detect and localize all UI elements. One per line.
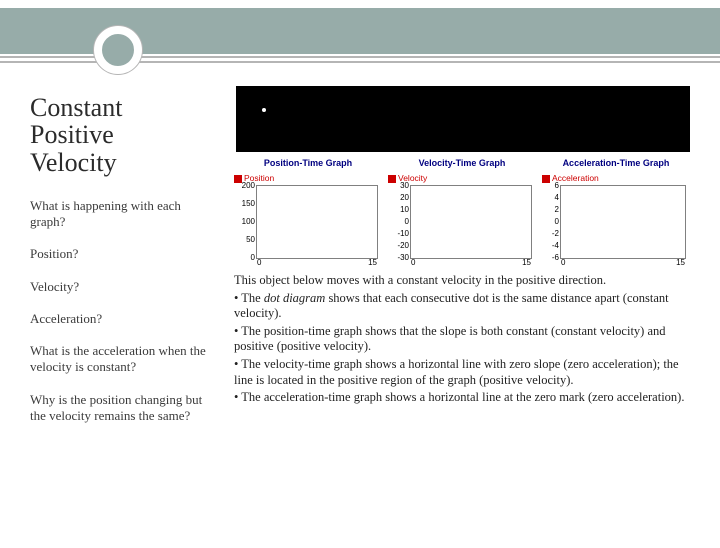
dot-diagram xyxy=(236,86,690,152)
ytick: 100 xyxy=(242,217,255,227)
legend-swatch-icon xyxy=(542,175,550,183)
ytick: 6 xyxy=(555,181,559,191)
explanation: This object below moves with a constant … xyxy=(234,273,696,406)
question-5: What is the acceleration when the veloci… xyxy=(30,343,218,376)
ytick: 50 xyxy=(246,235,255,245)
ytick: -20 xyxy=(397,241,409,251)
ytick: -2 xyxy=(552,229,559,239)
question-2: Position? xyxy=(30,246,218,262)
ytick: 150 xyxy=(242,199,255,209)
title-line-3: Velocity xyxy=(30,148,117,177)
content: Constant Positive Velocity What is happe… xyxy=(0,78,720,538)
ytick: 0 xyxy=(405,217,409,227)
bullet-3: • The velocity-time graph shows a horizo… xyxy=(234,357,696,388)
ytick: 20 xyxy=(400,193,409,203)
legend-label: Acceleration xyxy=(552,173,599,184)
ring-badge-icon xyxy=(94,26,142,74)
plot-area: 6 4 2 0 -2 -4 -6 0 15 xyxy=(560,185,686,259)
b1b: dot diagram xyxy=(264,291,325,305)
question-1: What is happening with each graph? xyxy=(30,198,218,231)
xtick: 15 xyxy=(368,258,377,268)
ytick: 10 xyxy=(400,205,409,215)
ytick: 0 xyxy=(555,217,559,227)
ytick: -30 xyxy=(397,253,409,263)
question-6: Why is the position changing but the vel… xyxy=(30,392,218,425)
graph-title: Velocity-Time Graph xyxy=(388,158,536,169)
b1a: • The xyxy=(234,291,264,305)
right-column: Position-Time Graph Position 200 150 100… xyxy=(228,78,708,538)
question-3: Velocity? xyxy=(30,279,218,295)
bullet-4: • The acceleration-time graph shows a ho… xyxy=(234,390,696,406)
plot-area: 30 20 10 0 -10 -20 -30 0 15 xyxy=(410,185,532,259)
xtick: 15 xyxy=(676,258,685,268)
position-graph: Position-Time Graph Position 200 150 100… xyxy=(234,158,382,259)
ytick: -10 xyxy=(397,229,409,239)
graph-title: Acceleration-Time Graph xyxy=(542,158,690,169)
explanation-intro: This object below moves with a constant … xyxy=(234,273,696,289)
ytick: 4 xyxy=(555,193,559,203)
graph-title: Position-Time Graph xyxy=(234,158,382,169)
ytick: 2 xyxy=(555,205,559,215)
title-line-2: Positive xyxy=(30,120,114,149)
bullet-2: • The position-time graph shows that the… xyxy=(234,324,696,355)
bullet-1: • The dot diagram shows that each consec… xyxy=(234,291,696,322)
velocity-graph: Velocity-Time Graph Velocity 30 20 10 0 … xyxy=(388,158,536,259)
ytick: 30 xyxy=(400,181,409,191)
left-column: Constant Positive Velocity What is happe… xyxy=(0,78,228,538)
legend: Position xyxy=(234,173,382,184)
page-title: Constant Positive Velocity xyxy=(30,94,218,176)
legend-swatch-icon xyxy=(388,175,396,183)
ytick: -6 xyxy=(552,253,559,263)
ytick: -4 xyxy=(552,241,559,251)
xtick: 0 xyxy=(257,258,261,268)
question-4: Acceleration? xyxy=(30,311,218,327)
acceleration-graph: Acceleration-Time Graph Acceleration 6 4… xyxy=(542,158,690,259)
xtick: 0 xyxy=(561,258,565,268)
legend: Acceleration xyxy=(542,173,690,184)
xtick: 15 xyxy=(522,258,531,268)
ytick: 0 xyxy=(251,253,255,263)
plot-area: 200 150 100 50 0 0 15 xyxy=(256,185,378,259)
xtick: 0 xyxy=(411,258,415,268)
motion-dot xyxy=(262,108,266,112)
graph-row: Position-Time Graph Position 200 150 100… xyxy=(234,158,696,259)
title-line-1: Constant xyxy=(30,93,122,122)
legend: Velocity xyxy=(388,173,536,184)
ytick: 200 xyxy=(242,181,255,191)
